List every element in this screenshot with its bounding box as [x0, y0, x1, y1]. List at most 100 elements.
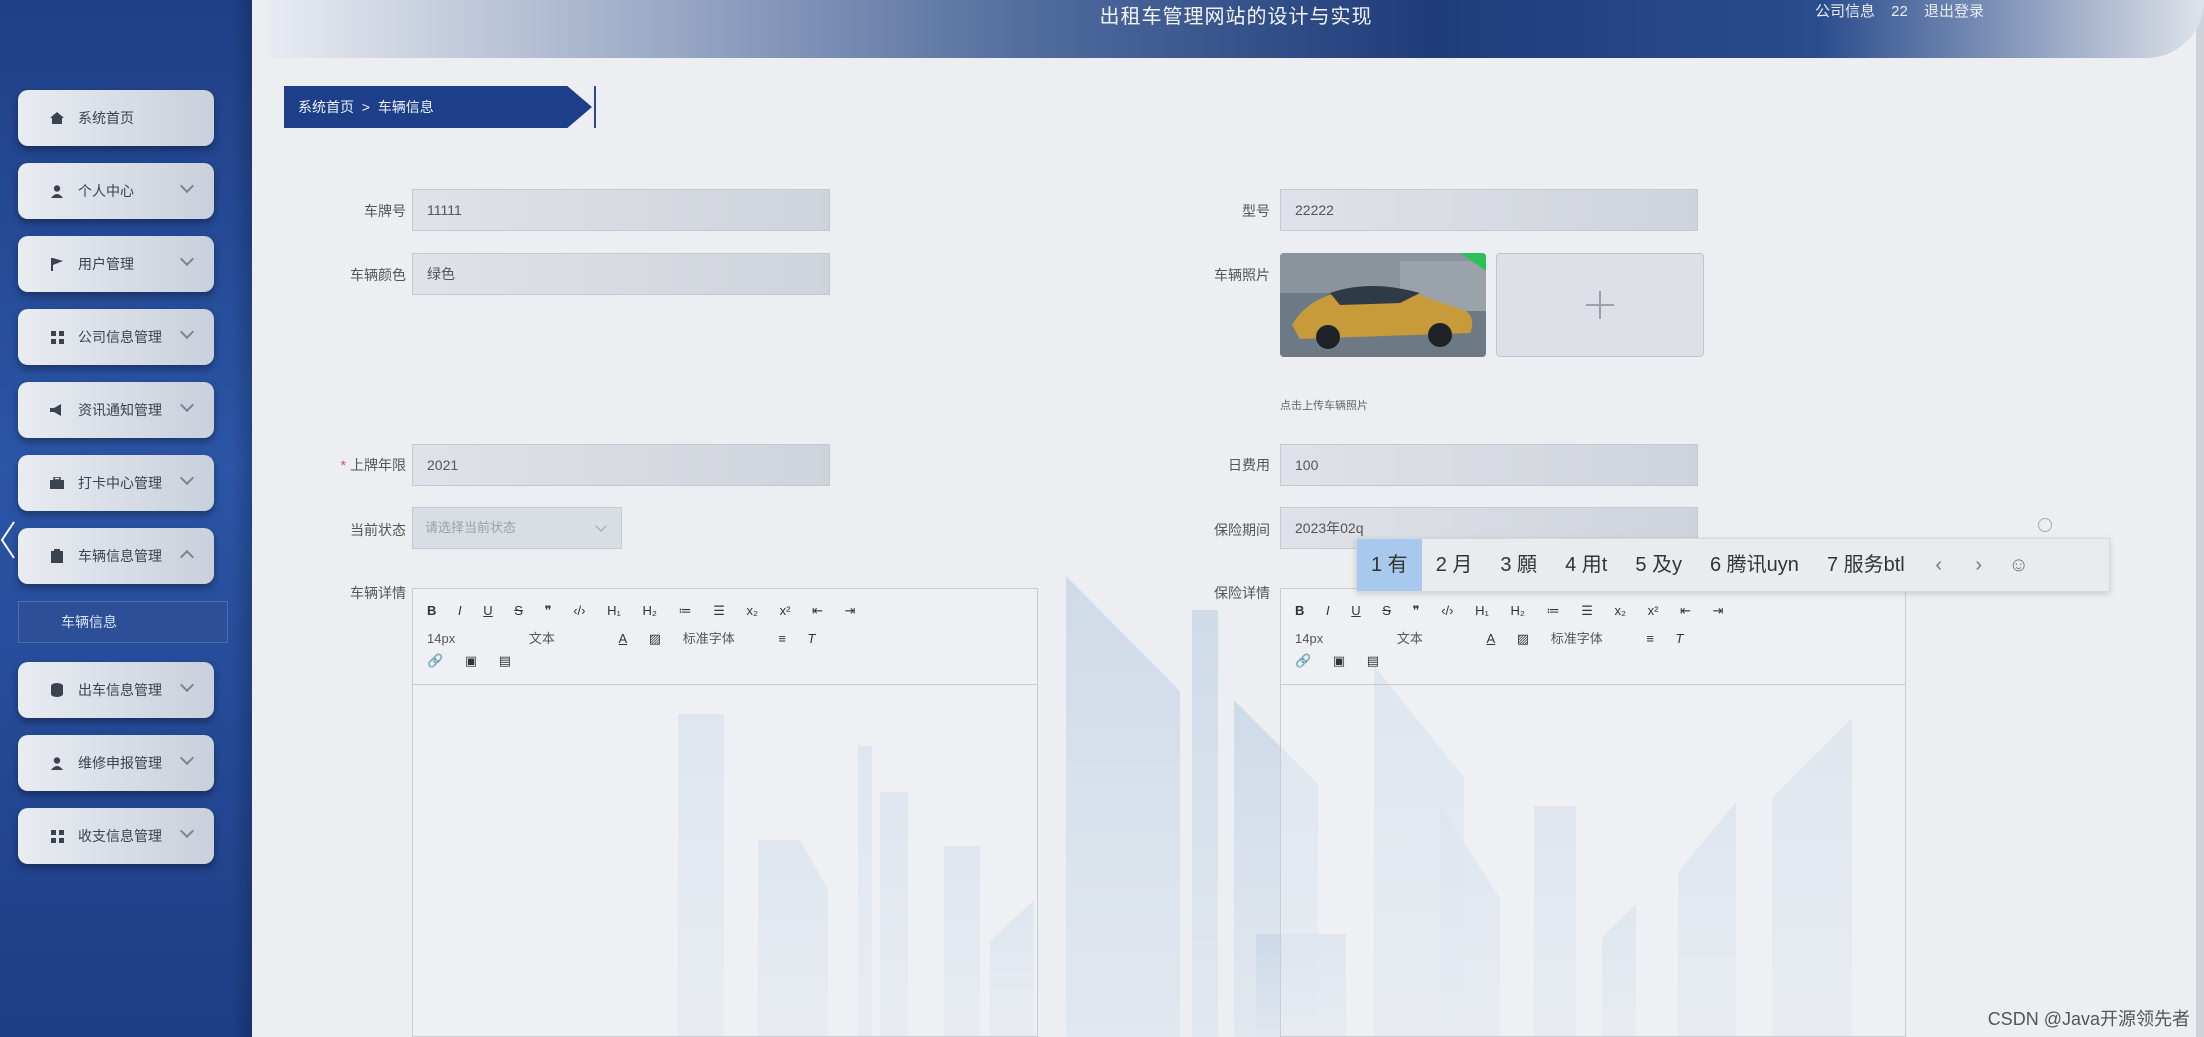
indent-button[interactable]: ⇥ — [845, 603, 856, 619]
user-name: 22 — [1891, 3, 1908, 20]
ime-candidate[interactable]: 2 月 — [1422, 539, 1487, 591]
link-icon[interactable]: 🔗 — [1295, 653, 1311, 669]
outdent-button[interactable]: ⇤ — [1680, 603, 1691, 619]
h1-button[interactable]: H₁ — [607, 603, 621, 618]
image-icon[interactable]: ▣ — [1333, 653, 1345, 669]
text-style-select[interactable]: 文本 — [1397, 628, 1423, 647]
vehicle-photo[interactable] — [1280, 253, 1486, 357]
ime-candidate[interactable]: 7 服务btl — [1813, 539, 1919, 591]
subscript-button[interactable]: x₂ — [746, 603, 758, 618]
emoji-icon[interactable]: ☺ — [1999, 554, 2039, 577]
briefcase-icon — [48, 476, 66, 490]
ime-candidate[interactable]: 4 用t — [1551, 539, 1621, 591]
fee-input[interactable]: 100 — [1280, 444, 1698, 486]
vehicle-detail-editor[interactable]: B I U S ❞ ‹/› H₁ H₂ ≔ ☰ x₂ x² ⇤ ⇥ 14px 文… — [412, 588, 1038, 1037]
clear-icon[interactable] — [2038, 518, 2052, 532]
h2-button[interactable]: H₂ — [1511, 603, 1525, 618]
model-input[interactable]: 22222 — [1280, 189, 1698, 231]
sidebar-item-notice-management[interactable]: 资讯通知管理 — [18, 382, 214, 438]
outdent-button[interactable]: ⇤ — [812, 603, 823, 619]
bold-button[interactable]: B — [1295, 603, 1304, 618]
align-icon[interactable]: ≡ — [778, 631, 786, 646]
background-color-icon[interactable]: ▨ — [649, 631, 661, 647]
breadcrumb: 系统首页 > 车辆信息 — [284, 86, 592, 128]
ime-candidate[interactable]: 5 及y — [1621, 539, 1696, 591]
clear-format-icon[interactable]: T — [1676, 631, 1684, 646]
font-size-select[interactable]: 14px — [1295, 631, 1323, 646]
flag-icon — [48, 257, 66, 271]
model-label: 型号 — [1242, 203, 1270, 219]
sidebar-item-company-info[interactable]: 公司信息管理 — [18, 309, 214, 365]
insurance-label: 保险期间 — [1214, 522, 1270, 538]
sidebar-item-label: 维修申报管理 — [78, 755, 162, 771]
logout-link[interactable]: 退出登录 — [1924, 3, 1984, 20]
header-user-area: 公司信息 22 退出登录 — [1803, 0, 1984, 21]
underline-button[interactable]: U — [1351, 603, 1360, 618]
image-icon[interactable]: ▣ — [465, 653, 477, 669]
chevron-down-icon — [179, 178, 195, 194]
background-color-icon[interactable]: ▨ — [1517, 631, 1529, 647]
bullet-list-button[interactable]: ☰ — [713, 603, 725, 619]
sidebar-item-user-management[interactable]: 用户管理 — [18, 236, 214, 292]
font-family-select[interactable]: 标准字体 — [1551, 628, 1603, 647]
code-button[interactable]: ‹/› — [1441, 603, 1453, 618]
text-style-select[interactable]: 文本 — [529, 628, 555, 647]
ordered-list-button[interactable]: ≔ — [679, 603, 692, 619]
quote-button[interactable]: ❞ — [545, 603, 552, 619]
italic-button[interactable]: I — [1326, 603, 1330, 618]
strike-button[interactable]: S — [514, 603, 523, 618]
ime-candidate[interactable]: 3 願 — [1486, 539, 1551, 591]
sidebar-item-attendance-management[interactable]: 打卡中心管理 — [18, 455, 214, 511]
sidebar-item-finance-management[interactable]: 收支信息管理 — [18, 808, 214, 864]
editor-format-row: B I U S ❞ ‹/› H₁ H₂ ≔ ☰ x₂ x² ⇤ ⇥ — [1295, 603, 1742, 619]
sidebar-subitem-vehicle-info[interactable]: 车辆信息 — [18, 601, 228, 643]
status-select[interactable]: 请选择当前状态 — [412, 507, 622, 549]
sidebar-item-repair-management[interactable]: 维修申报管理 — [18, 735, 214, 791]
upload-photo-button[interactable] — [1496, 253, 1704, 357]
strike-button[interactable]: S — [1382, 603, 1391, 618]
superscript-button[interactable]: x² — [1648, 603, 1659, 618]
italic-button[interactable]: I — [458, 603, 462, 618]
video-icon[interactable]: ▤ — [1367, 653, 1379, 669]
home-icon — [48, 111, 66, 125]
sidebar-item-label: 出车信息管理 — [78, 682, 162, 698]
bullet-list-button[interactable]: ☰ — [1581, 603, 1593, 619]
sidebar-item-dispatch-management[interactable]: 出车信息管理 — [18, 662, 214, 718]
bold-button[interactable]: B — [427, 603, 436, 618]
indent-button[interactable]: ⇥ — [1713, 603, 1724, 619]
clear-format-icon[interactable]: T — [808, 631, 816, 646]
sidebar-item-personal-center[interactable]: 个人中心 — [18, 163, 214, 219]
year-input[interactable]: 2021 — [412, 444, 830, 486]
font-size-select[interactable]: 14px — [427, 631, 455, 646]
link-icon[interactable]: 🔗 — [427, 653, 443, 669]
ordered-list-button[interactable]: ≔ — [1547, 603, 1560, 619]
plate-input[interactable]: 11111 — [412, 189, 830, 231]
sidebar-item-home[interactable]: 系统首页 — [18, 90, 214, 146]
collapse-arrow-icon[interactable] — [0, 520, 18, 560]
font-color-icon[interactable]: A — [618, 631, 627, 646]
video-icon[interactable]: ▤ — [499, 653, 511, 669]
company-info-link[interactable]: 公司信息 — [1815, 3, 1875, 20]
h1-button[interactable]: H₁ — [1475, 603, 1489, 618]
chevron-right-icon[interactable]: › — [1959, 554, 1999, 577]
subscript-button[interactable]: x₂ — [1614, 603, 1626, 618]
ime-candidate[interactable]: 6 腾讯uyn — [1696, 539, 1813, 591]
align-icon[interactable]: ≡ — [1646, 631, 1654, 646]
font-family-select[interactable]: 标准字体 — [683, 628, 735, 647]
font-color-icon[interactable]: A — [1486, 631, 1495, 646]
sidebar-background — [0, 0, 252, 1037]
insurance-detail-label: 保险详情 — [1214, 585, 1270, 601]
chevron-left-icon[interactable]: ‹ — [1919, 554, 1959, 577]
superscript-button[interactable]: x² — [780, 603, 791, 618]
breadcrumb-home[interactable]: 系统首页 — [298, 99, 354, 115]
sidebar-item-vehicle-management[interactable]: 车辆信息管理 — [18, 528, 214, 584]
code-button[interactable]: ‹/› — [573, 603, 585, 618]
h2-button[interactable]: H₂ — [643, 603, 657, 618]
quote-button[interactable]: ❞ — [1413, 603, 1420, 619]
sidebar-item-label: 收支信息管理 — [78, 828, 162, 844]
underline-button[interactable]: U — [483, 603, 492, 618]
ime-candidate[interactable]: 1 有 — [1357, 539, 1422, 591]
insurance-detail-editor[interactable]: B I U S ❞ ‹/› H₁ H₂ ≔ ☰ x₂ x² ⇤ ⇥ 14px 文… — [1280, 588, 1906, 1037]
color-input[interactable]: 绿色 — [412, 253, 830, 295]
sidebar-item-label: 打卡中心管理 — [78, 475, 162, 491]
